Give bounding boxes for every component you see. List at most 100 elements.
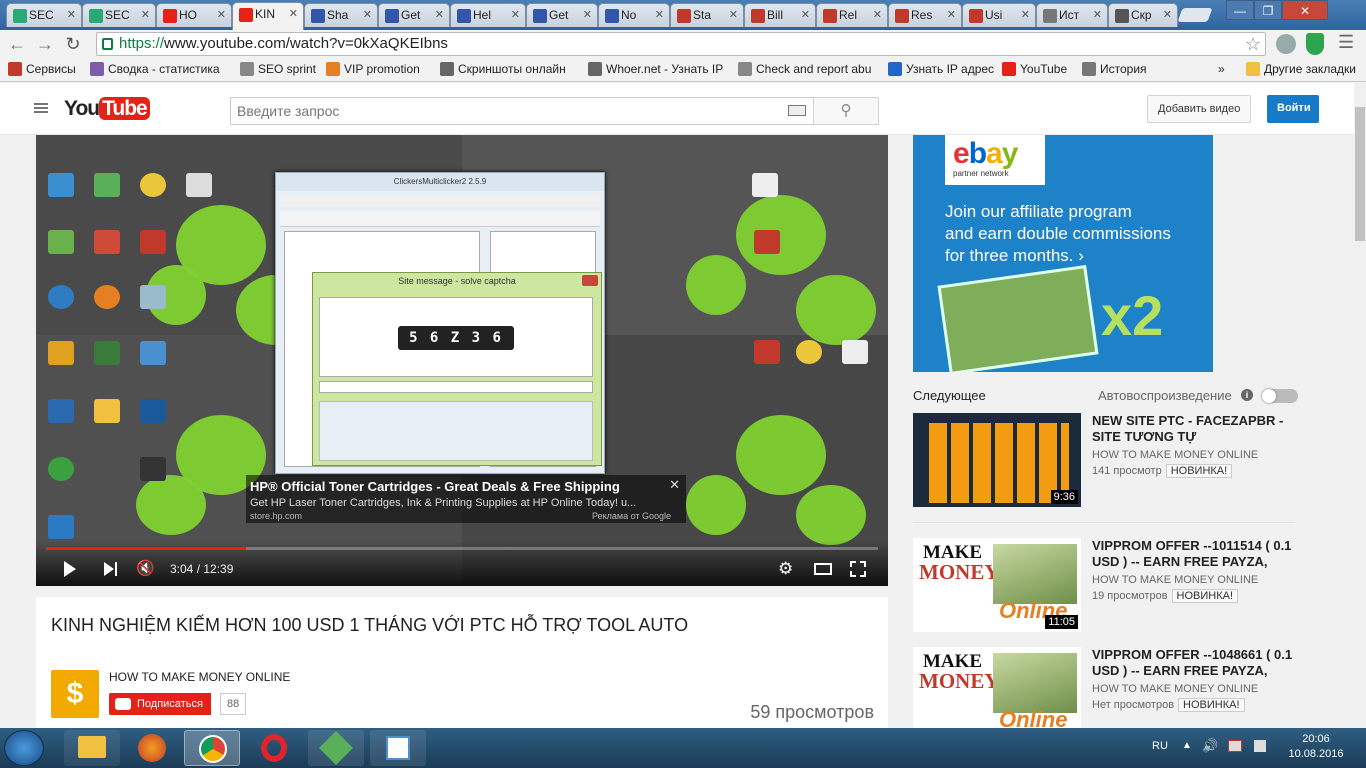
signin-button[interactable]: Войти (1267, 95, 1319, 123)
close-window-button[interactable]: ✕ (1282, 0, 1328, 20)
bookmark-item[interactable]: Сервисы (8, 62, 76, 76)
theater-mode-icon[interactable] (814, 563, 832, 575)
taskbar-clock[interactable]: 20:06 10.08.2016 (1276, 732, 1356, 762)
keyboard-icon[interactable] (788, 105, 806, 116)
back-button[interactable]: ← (6, 33, 28, 55)
taskbar-explorer[interactable] (64, 730, 120, 766)
forward-button[interactable]: → (34, 33, 56, 55)
browser-tab[interactable]: Ист ✕ (1036, 3, 1108, 27)
bookmark-item[interactable]: Whoer.net - Узнать IP (588, 62, 723, 76)
tray-expand-icon[interactable]: ▲ (1182, 740, 1192, 751)
globe-icon[interactable] (1276, 34, 1296, 54)
bookmark-star-icon[interactable]: ☆ (1245, 33, 1261, 55)
tab-close-icon[interactable]: ✕ (655, 8, 664, 21)
bookmark-item[interactable]: SEO sprint (240, 62, 316, 76)
tab-close-icon[interactable]: ✕ (947, 8, 956, 21)
browser-tab[interactable]: SEC ✕ (6, 3, 82, 27)
browser-tab[interactable]: Sta ✕ (670, 3, 744, 27)
bookmark-item[interactable]: Check and report abu (738, 62, 871, 76)
browser-tab[interactable]: Usi ✕ (962, 3, 1036, 27)
address-bar[interactable]: https://www.youtube.com/watch?v=0kXaQKEI… (96, 32, 1266, 56)
browser-tab[interactable]: SEC ✕ (82, 3, 156, 27)
video-player[interactable]: ClickersMulticlicker2 2.5.9 Site message… (36, 135, 888, 586)
rec-thumbnail[interactable]: 9:36 (913, 413, 1081, 507)
bookmark-item[interactable]: Узнать IP адрес (888, 62, 994, 76)
page-scrollbar[interactable] (1354, 83, 1366, 728)
ad-close-icon[interactable]: ✕ (669, 477, 680, 493)
rec-title[interactable]: VIPPROM OFFER --1048661 ( 0.1 USD ) -- E… (1092, 647, 1302, 679)
other-bookmarks[interactable]: Другие закладки (1246, 62, 1356, 76)
maximize-button[interactable]: ❐ (1254, 0, 1282, 20)
tab-close-icon[interactable]: ✕ (435, 8, 444, 21)
browser-tab[interactable]: Hel ✕ (450, 3, 526, 27)
recommendation-item[interactable]: MAKE MONEY Online VIPPROM OFFER --104866… (913, 647, 1313, 728)
taskbar-paint[interactable] (370, 730, 426, 766)
play-icon[interactable] (64, 561, 76, 577)
start-button[interactable] (4, 730, 44, 766)
taskbar-chrome[interactable] (184, 730, 240, 766)
bookmark-item[interactable]: Сводка - статистика (90, 62, 220, 76)
search-input[interactable] (230, 97, 814, 125)
action-center-icon[interactable] (1254, 740, 1266, 752)
rec-title[interactable]: VIPPROM OFFER --1011514 ( 0.1 USD ) -- E… (1092, 538, 1302, 570)
progress-bar[interactable] (46, 547, 878, 550)
tab-close-icon[interactable]: ✕ (583, 8, 592, 21)
language-indicator[interactable]: RU (1152, 740, 1168, 752)
tab-close-icon[interactable]: ✕ (141, 8, 150, 21)
tab-close-icon[interactable]: ✕ (1093, 8, 1102, 21)
sidebar-ad[interactable]: ebay partner network Join our affiliate … (913, 135, 1213, 372)
browser-tab[interactable]: Bill ✕ (744, 3, 816, 27)
tab-close-icon[interactable]: ✕ (729, 8, 738, 21)
reload-button[interactable]: ↻ (62, 33, 84, 55)
overlay-ad[interactable]: HP® Official Toner Cartridges - Great De… (246, 475, 686, 523)
next-icon[interactable] (104, 562, 114, 576)
network-icon[interactable] (1228, 740, 1242, 752)
volume-icon[interactable]: 🔊 (1202, 738, 1218, 754)
upload-button[interactable]: Добавить видео (1147, 95, 1252, 123)
bookmarks-more-button[interactable]: » (1218, 62, 1225, 76)
bookmark-item[interactable]: История (1082, 62, 1147, 76)
tab-close-icon[interactable]: ✕ (1021, 8, 1030, 21)
browser-tab[interactable]: Get ✕ (378, 3, 450, 27)
bookmark-item[interactable]: Скриншоты онлайн (440, 62, 566, 76)
tab-close-icon[interactable]: ✕ (289, 7, 298, 20)
taskbar-firefox[interactable] (124, 730, 180, 766)
volume-muted-icon[interactable]: 🔇 (136, 559, 155, 577)
minimize-button[interactable]: — (1226, 0, 1254, 20)
browser-tab[interactable]: HO ✕ (156, 3, 232, 27)
tab-close-icon[interactable]: ✕ (217, 8, 226, 21)
subscribe-button[interactable]: Подписаться (109, 693, 211, 715)
settings-gear-icon[interactable]: ⚙ (778, 559, 793, 579)
browser-tab[interactable]: Скр ✕ (1108, 3, 1178, 27)
rec-thumbnail[interactable]: MAKE MONEY Online (913, 647, 1081, 728)
tab-close-icon[interactable]: ✕ (511, 8, 520, 21)
tab-close-icon[interactable]: ✕ (801, 8, 810, 21)
autoplay-toggle[interactable] (1262, 389, 1298, 403)
tab-close-icon[interactable]: ✕ (67, 8, 76, 21)
tab-close-icon[interactable]: ✕ (873, 8, 882, 21)
browser-tab[interactable]: Get ✕ (526, 3, 598, 27)
shield-icon[interactable] (1306, 33, 1324, 55)
search-button[interactable]: ⚲ (813, 97, 879, 125)
taskbar-multiclicker[interactable] (308, 730, 364, 766)
recommendation-item[interactable]: MAKE MONEY Online 11:05 VIPPROM OFFER --… (913, 538, 1313, 638)
fullscreen-icon[interactable] (850, 561, 866, 577)
browser-tab[interactable]: KIN ✕ (232, 2, 304, 30)
ad-title[interactable]: HP® Official Toner Cartridges - Great De… (250, 479, 620, 494)
menu-icon[interactable]: ☰ (1338, 32, 1354, 53)
browser-tab[interactable]: Sha ✕ (304, 3, 378, 27)
bookmark-item[interactable]: VIP promotion (326, 62, 420, 76)
channel-avatar[interactable]: $ (51, 670, 99, 718)
guide-menu-icon[interactable] (34, 103, 48, 113)
browser-tab[interactable]: Rel ✕ (816, 3, 888, 27)
bookmark-item[interactable]: YouTube (1002, 62, 1067, 76)
tab-close-icon[interactable]: ✕ (363, 8, 372, 21)
rec-title[interactable]: NEW SITE PTC - FACEZAPBR - SITE TƯƠNG TỰ (1092, 413, 1302, 445)
browser-tab[interactable]: Res ✕ (888, 3, 962, 27)
taskbar-opera[interactable] (246, 730, 302, 766)
recommendation-item[interactable]: 9:36 NEW SITE PTC - FACEZAPBR - SITE TƯƠ… (913, 413, 1313, 513)
youtube-logo[interactable]: You Tube (64, 97, 150, 125)
info-icon[interactable]: i (1241, 389, 1253, 401)
tab-close-icon[interactable]: ✕ (1163, 8, 1172, 21)
browser-tab[interactable]: No ✕ (598, 3, 670, 27)
